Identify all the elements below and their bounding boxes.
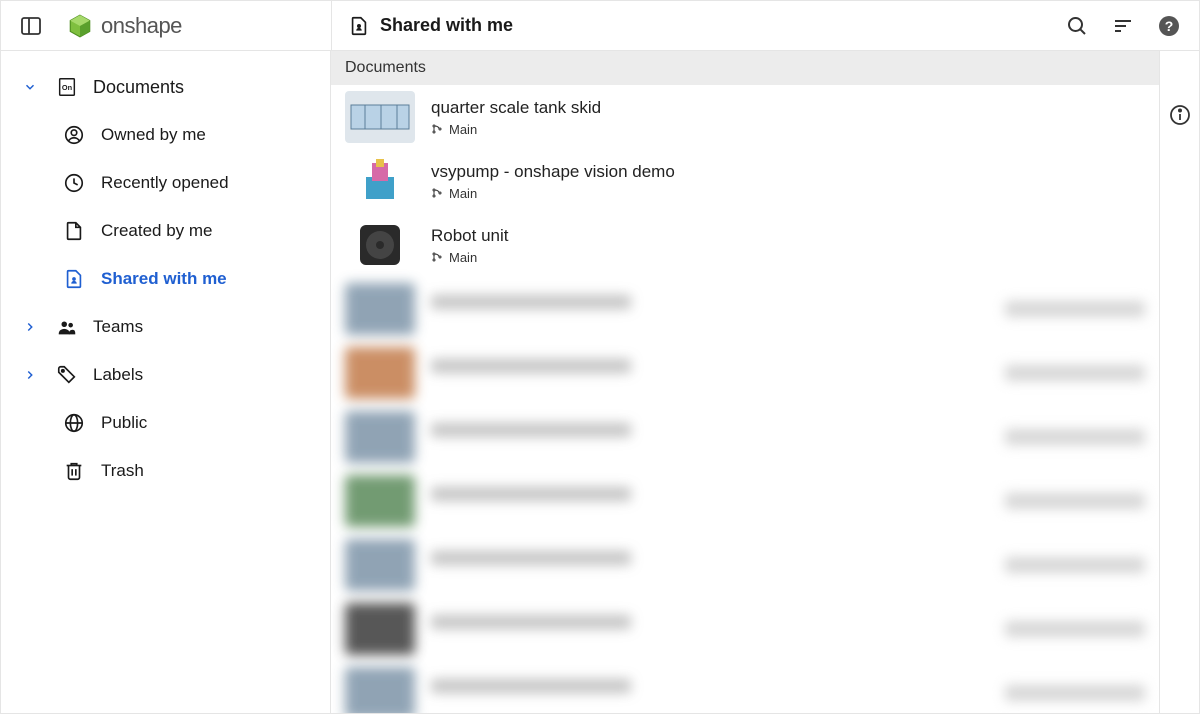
- main: Documents quarter scale tank skid Main: [331, 51, 1159, 713]
- sidebar-item-shared-with-me[interactable]: Shared with me: [1, 255, 330, 303]
- sidebar-item-label: Public: [101, 413, 147, 433]
- document-branch: Main: [431, 250, 989, 265]
- sidebar-group-labels[interactable]: Labels: [1, 351, 330, 399]
- page-title: Shared with me: [380, 15, 513, 36]
- document-row-blurred: [331, 597, 1159, 661]
- sidebar-item-owned-by-me[interactable]: Owned by me: [1, 111, 330, 159]
- body: On Documents Owned by me Recently opened…: [1, 51, 1199, 713]
- sidebar-item-label: Owned by me: [101, 125, 206, 145]
- users-icon: [55, 316, 79, 338]
- tag-icon: [55, 364, 79, 386]
- document-row-blurred: [331, 469, 1159, 533]
- document-title: Robot unit: [431, 226, 989, 246]
- sort-icon[interactable]: [1109, 12, 1137, 40]
- document-branch-label: Main: [449, 250, 477, 265]
- documents-icon: On: [55, 76, 79, 98]
- info-icon[interactable]: [1166, 101, 1194, 129]
- sidebar-item-public[interactable]: Public: [1, 399, 330, 447]
- sidebar-group-label: Labels: [93, 365, 143, 385]
- branch-icon: [431, 187, 443, 199]
- document-row-blurred: [331, 405, 1159, 469]
- clock-icon: [61, 172, 87, 194]
- topbar-right: Shared with me ?: [331, 1, 1199, 50]
- sidebar-item-created-by-me[interactable]: Created by me: [1, 207, 330, 255]
- document-row-blurred: [331, 277, 1159, 341]
- document-info: Robot unit Main: [431, 226, 989, 265]
- topbar-left: onshape: [1, 1, 331, 50]
- sidebar-item-label: Trash: [101, 461, 144, 481]
- chevron-down-icon: [19, 80, 41, 94]
- document-branch-label: Main: [449, 122, 477, 137]
- branch-icon: [431, 123, 443, 135]
- brand-logo[interactable]: onshape: [67, 13, 182, 39]
- sidebar-group-label: Teams: [93, 317, 143, 337]
- document-info: vsypump - onshape vision demo Main: [431, 162, 989, 201]
- sidebar-root-label: Documents: [93, 77, 184, 98]
- page-title-wrap: Shared with me: [348, 15, 513, 37]
- sidebar-item-recently-opened[interactable]: Recently opened: [1, 159, 330, 207]
- sidebar-item-label: Recently opened: [101, 173, 229, 193]
- document-row-blurred: [331, 533, 1159, 597]
- file-icon: [61, 220, 87, 242]
- help-icon[interactable]: ?: [1155, 12, 1183, 40]
- branch-icon: [431, 251, 443, 263]
- sidebar-root-documents[interactable]: On Documents: [1, 63, 330, 111]
- document-row-blurred: [331, 341, 1159, 405]
- document-row[interactable]: Robot unit Main: [331, 213, 1159, 277]
- shared-file-icon: [61, 268, 87, 290]
- document-thumbnail: [345, 91, 415, 143]
- shared-file-icon: [348, 15, 370, 37]
- document-row[interactable]: vsypump - onshape vision demo Main: [331, 149, 1159, 213]
- globe-icon: [61, 412, 87, 434]
- document-meta: [1005, 109, 1145, 125]
- panel-toggle-icon[interactable]: [17, 12, 45, 40]
- brand-name: onshape: [101, 13, 182, 39]
- document-info: quarter scale tank skid Main: [431, 98, 989, 137]
- sidebar-group-teams[interactable]: Teams: [1, 303, 330, 351]
- document-title: vsypump - onshape vision demo: [431, 162, 989, 182]
- document-row-blurred: [331, 661, 1159, 713]
- document-thumbnail: [345, 219, 415, 271]
- chevron-right-icon: [19, 368, 41, 382]
- document-meta: [1005, 173, 1145, 189]
- document-branch: Main: [431, 186, 989, 201]
- user-circle-icon: [61, 124, 87, 146]
- trash-icon: [61, 460, 87, 482]
- topbar-actions: ?: [1063, 12, 1183, 40]
- svg-text:?: ?: [1165, 18, 1174, 34]
- sidebar-item-label: Shared with me: [101, 269, 227, 289]
- onshape-logo-icon: [67, 13, 93, 39]
- document-branch: Main: [431, 122, 989, 137]
- sidebar-item-trash[interactable]: Trash: [1, 447, 330, 495]
- svg-text:On: On: [62, 83, 73, 92]
- document-title: quarter scale tank skid: [431, 98, 989, 118]
- section-header-documents: Documents: [331, 51, 1159, 85]
- sidebar: On Documents Owned by me Recently opened…: [1, 51, 331, 713]
- document-row[interactable]: quarter scale tank skid Main: [331, 85, 1159, 149]
- topbar: onshape Shared with me ?: [1, 1, 1199, 51]
- sidebar-item-label: Created by me: [101, 221, 213, 241]
- chevron-right-icon: [19, 320, 41, 334]
- document-branch-label: Main: [449, 186, 477, 201]
- document-meta: [1005, 237, 1145, 253]
- right-rail: [1159, 51, 1199, 713]
- document-list: quarter scale tank skid Main vsypump - o…: [331, 85, 1159, 713]
- document-thumbnail: [345, 155, 415, 207]
- search-icon[interactable]: [1063, 12, 1091, 40]
